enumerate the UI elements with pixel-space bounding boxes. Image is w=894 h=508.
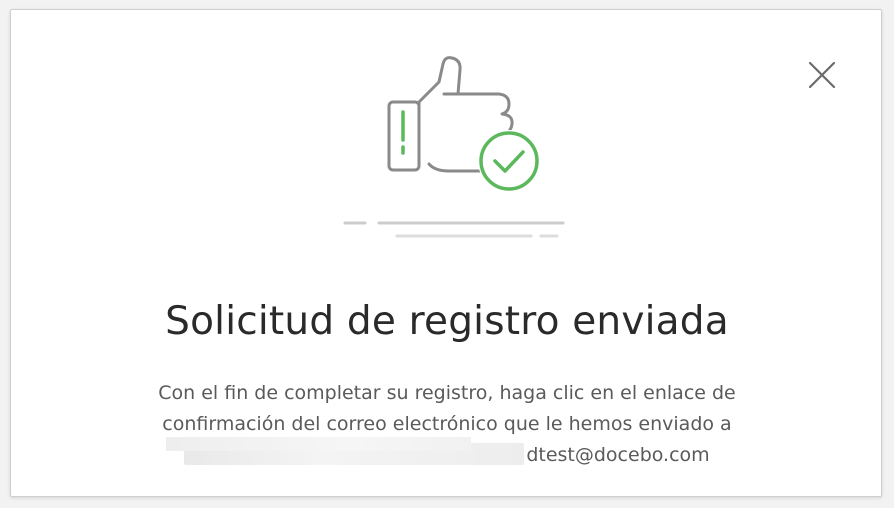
redaction-overlay (166, 437, 471, 451)
close-icon (808, 61, 836, 89)
email-address: dtest@docebo.com (526, 444, 710, 466)
dialog-title: Solicitud de registro enviada (165, 299, 729, 344)
message-line-1: Con el fin de completar su registro, hag… (158, 382, 736, 404)
close-button[interactable] (805, 58, 839, 92)
thumbs-up-check-icon (343, 56, 565, 238)
dialog-message: Con el fin de completar su registro, hag… (71, 378, 823, 471)
registration-sent-dialog: Solicitud de registro enviada Con el fin… (10, 9, 882, 497)
message-line-2: confirmación del correo electrónico que … (162, 413, 732, 435)
